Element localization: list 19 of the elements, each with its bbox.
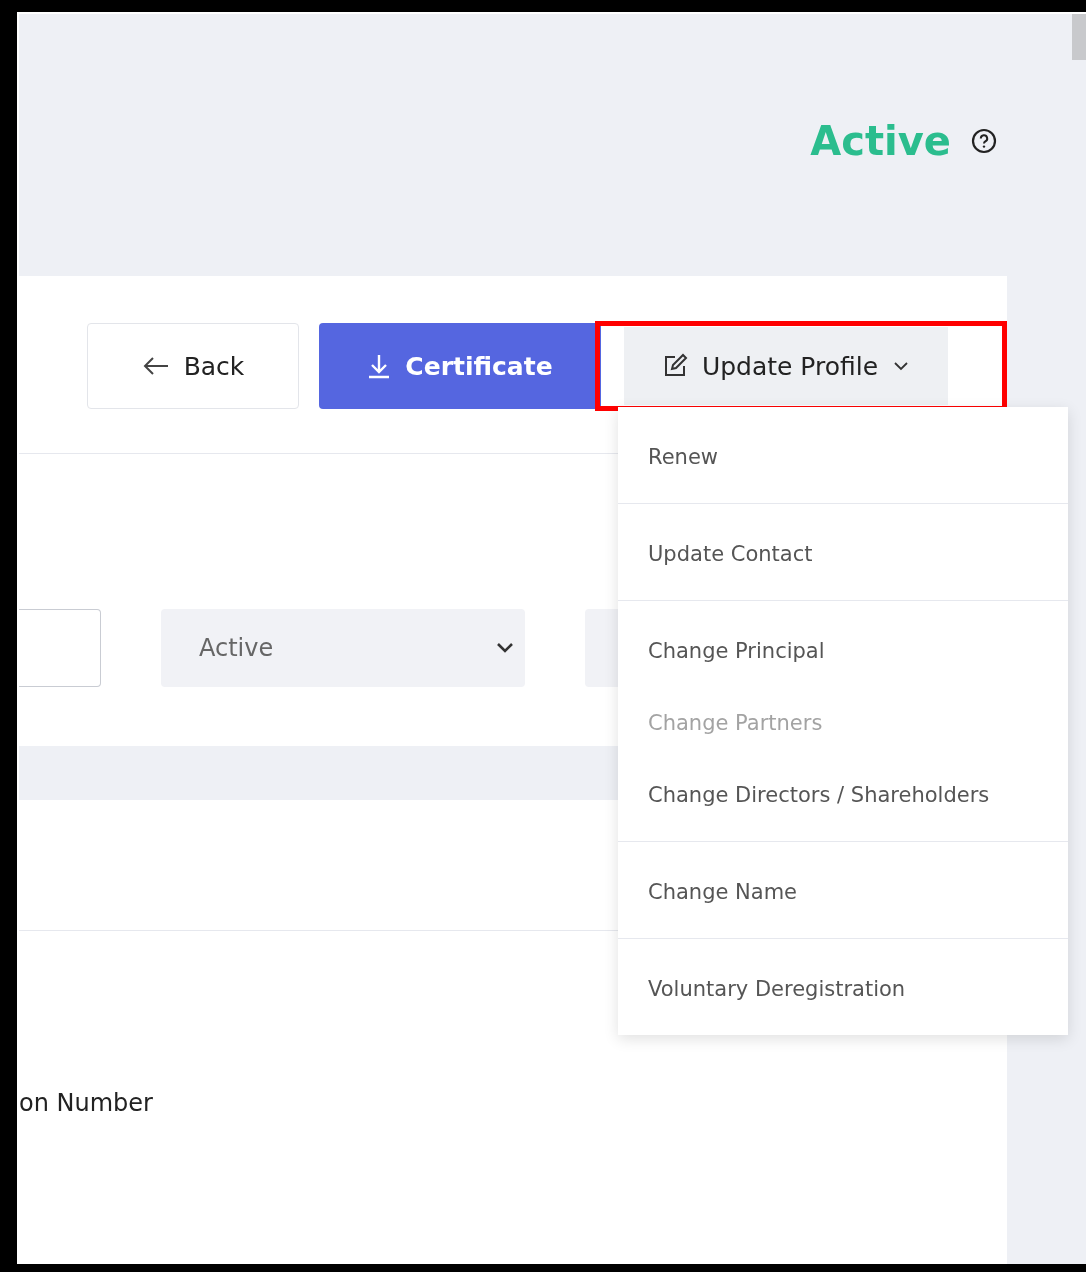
menu-item[interactable]: Change Directors / Shareholders	[618, 769, 1068, 817]
menu-item[interactable]: Update Contact	[618, 528, 1068, 576]
scrollbar-thumb[interactable]	[1072, 14, 1086, 60]
status-label: Active	[810, 118, 951, 164]
arrow-left-icon	[141, 356, 170, 376]
status-select[interactable]: Active	[161, 609, 525, 687]
certificate-button[interactable]: Certificate	[319, 323, 601, 409]
download-icon	[367, 353, 392, 379]
menu-item[interactable]: Renew	[618, 431, 1068, 479]
field-label: on Number	[19, 1089, 154, 1117]
menu-item[interactable]: Voluntary Deregistration	[618, 963, 1068, 1011]
menu-item[interactable]: Change Name	[618, 866, 1068, 914]
input-field[interactable]	[19, 609, 101, 687]
help-icon[interactable]	[971, 128, 997, 154]
caret-icon	[892, 360, 911, 372]
chevron-down-icon	[495, 641, 515, 655]
menu-item[interactable]: Change Principal	[618, 625, 1068, 673]
back-button[interactable]: Back	[87, 323, 299, 409]
update-profile-button[interactable]: Update Profile	[624, 327, 948, 405]
